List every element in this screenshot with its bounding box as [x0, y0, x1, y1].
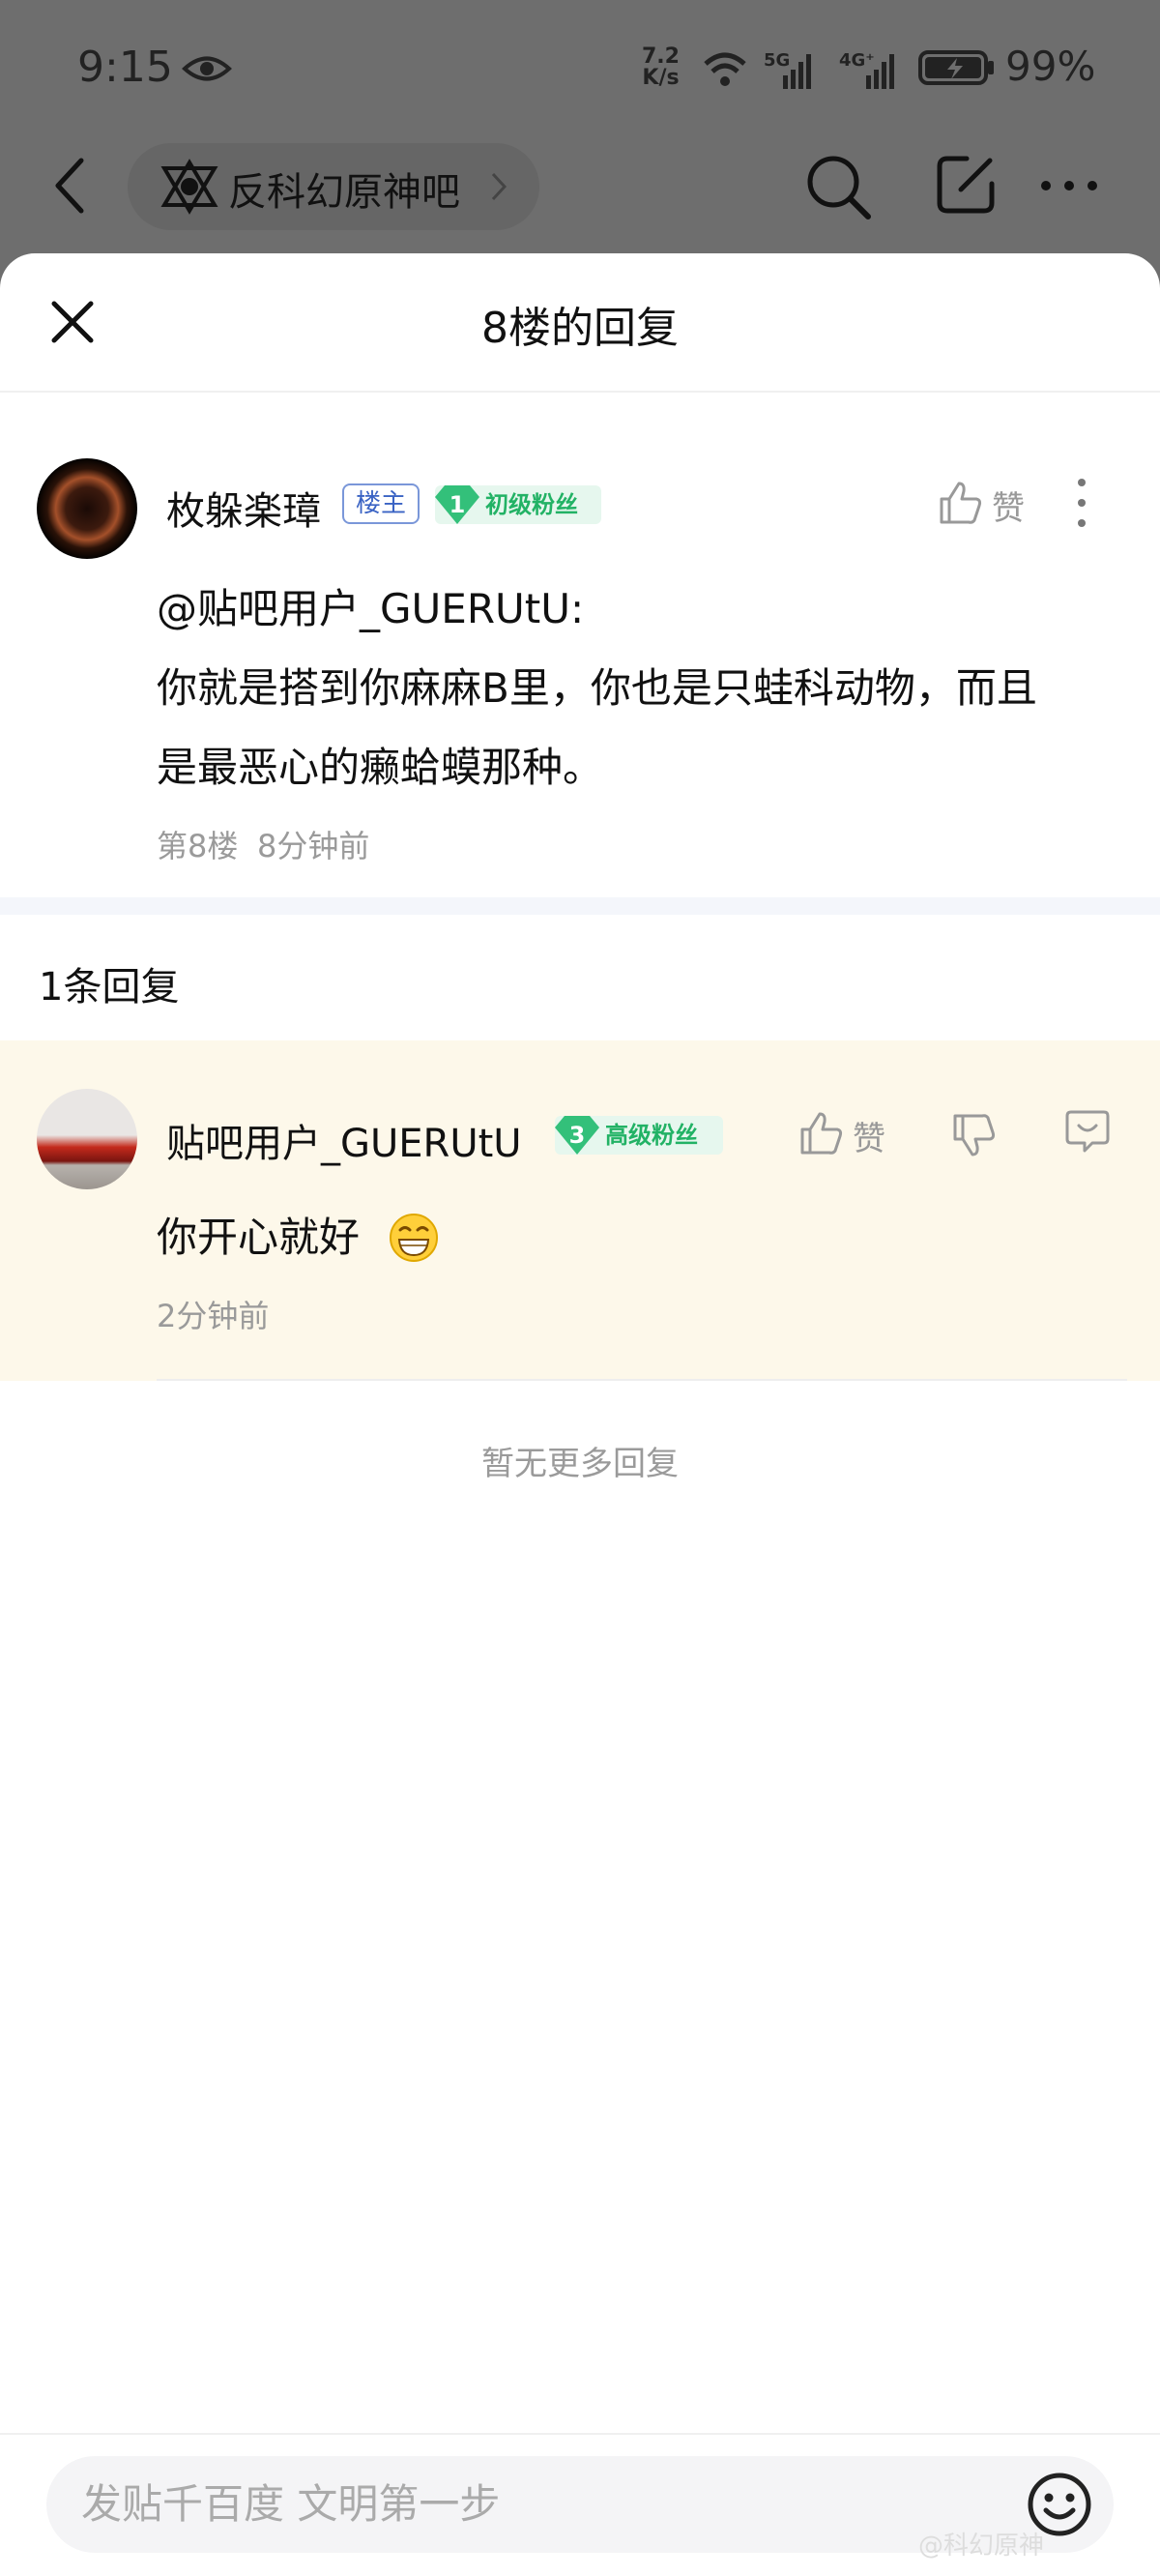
no-more-replies: 暂无更多回复: [481, 1445, 679, 1483]
fan-level: 3: [568, 1122, 586, 1149]
fan-level: 1: [449, 491, 466, 518]
reply-username[interactable]: 贴吧用户_GUERUtU: [166, 1112, 522, 1168]
signal-icons: 5G 4G⁺: [704, 50, 894, 89]
comment-icon[interactable]: [1065, 1108, 1110, 1155]
chevron-right-icon: [491, 172, 508, 201]
thumbs-up-icon[interactable]: [938, 480, 982, 526]
signal-4g-label: 4G⁺: [839, 50, 875, 71]
back-arrow-icon[interactable]: [50, 155, 89, 217]
more-horizontal-icon[interactable]: [1038, 178, 1100, 193]
status-bar: 9:15 7.2 K/s 5G 4G⁺ 99%: [0, 0, 1160, 145]
thumbs-up-icon[interactable]: [798, 1110, 843, 1156]
owner-badge: 楼主: [342, 483, 420, 524]
post-floor: 第8楼: [157, 828, 239, 864]
fan-badge: 1 初级粉丝: [435, 485, 601, 524]
divider: [157, 1379, 1127, 1381]
reply-time: 2分钟前: [157, 1298, 270, 1334]
post-time: 8分钟前: [257, 828, 370, 864]
edit-icon[interactable]: [934, 153, 998, 217]
sheet-title: 8楼的回复: [481, 304, 679, 353]
like-label[interactable]: 赞: [853, 1112, 885, 1159]
fan-label: 高级粉丝: [605, 1122, 698, 1149]
post-mention[interactable]: @贴吧用户_GUERUtU:: [157, 569, 584, 650]
divider: [0, 391, 1160, 393]
grin-emoji-icon: [390, 1214, 438, 1262]
fan-label: 初级粉丝: [485, 491, 578, 518]
avatar[interactable]: [37, 458, 137, 559]
thumbs-down-icon[interactable]: [951, 1112, 996, 1158]
reply-text: 你开心就好: [157, 1214, 361, 1261]
post-line-2: 是最恶心的癞蛤蟆那种。: [157, 744, 604, 791]
battery-percent: 99%: [1005, 43, 1096, 90]
status-time: 9:15: [77, 43, 173, 92]
watermark: @科幻原神: [918, 2532, 1045, 2561]
like-label[interactable]: 赞: [992, 482, 1025, 529]
avatar[interactable]: [37, 1089, 137, 1189]
signal-5g-label: 5G: [764, 50, 790, 71]
forum-name[interactable]: 反科幻原神吧: [228, 161, 460, 217]
forum-logo-icon: [160, 159, 218, 215]
reply-count: 1条回复: [39, 965, 180, 1010]
post-username[interactable]: 枚躲楽璋: [166, 480, 321, 536]
battery-icon: [918, 50, 994, 85]
section-divider: [0, 897, 1160, 915]
net-speed: 7.2 K/s: [642, 44, 680, 90]
fan-badge: 3 高级粉丝: [555, 1116, 723, 1155]
eye-icon: [182, 56, 232, 81]
more-vertical-icon[interactable]: [1077, 478, 1087, 528]
post-line-1: 你就是搭到你麻麻B里，你也是只蛙科动物，而且: [157, 664, 1037, 712]
search-icon[interactable]: [804, 153, 872, 220]
divider: [0, 2433, 1160, 2435]
